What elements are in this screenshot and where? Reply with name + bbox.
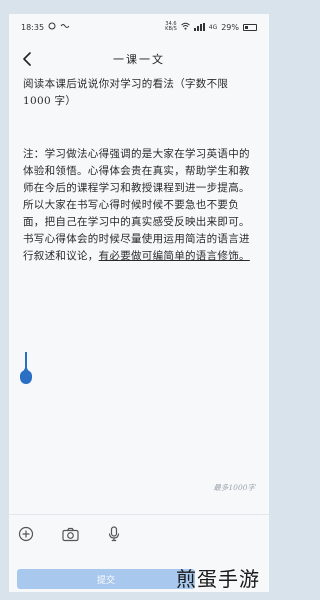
network-type: 4G bbox=[208, 23, 218, 31]
app-icon bbox=[60, 22, 70, 32]
back-button[interactable] bbox=[19, 50, 35, 68]
status-right: 34.6 KB/S 4G 29% bbox=[165, 22, 257, 32]
status-bar: 18:35 34.6 KB/S 4G 29% bbox=[9, 14, 269, 40]
battery-icon bbox=[243, 23, 257, 31]
chevron-left-icon bbox=[23, 52, 31, 66]
editor-toolbar bbox=[9, 522, 269, 546]
note-text[interactable]: 注：学习做法心得强调的是大家在学习英语中的体验和领悟。心得体会贵在真实，帮助学生… bbox=[23, 146, 257, 265]
submit-button[interactable]: 提交 bbox=[17, 569, 195, 589]
cursor-handle[interactable] bbox=[20, 366, 32, 384]
wifi-icon bbox=[180, 22, 190, 32]
question-prompt: 阅读本课后说说你对学习的看法（字数不限 1000 字） bbox=[23, 78, 229, 107]
nav-bar: 一课一文 bbox=[9, 44, 269, 74]
camera-button[interactable] bbox=[61, 525, 79, 543]
battery-percent: 29% bbox=[221, 22, 239, 32]
notification-icon bbox=[48, 22, 56, 32]
note-underlined: 有必要做可编简单的语言修饰。 bbox=[98, 250, 250, 262]
screenshot-frame: 18:35 34.6 KB/S 4G 29% 一课一文 阅读本课后说说你对学习的… bbox=[0, 0, 278, 600]
status-left: 18:35 bbox=[21, 22, 70, 32]
signal-icon bbox=[193, 23, 205, 31]
net-speed: 34.6 KB/S bbox=[165, 21, 177, 32]
watermark-text: 煎蛋手游 bbox=[176, 567, 260, 591]
status-time: 18:35 bbox=[21, 22, 45, 32]
divider bbox=[9, 514, 269, 515]
note-main: 注：学习做法心得强调的是大家在学习英语中的体验和领悟。心得体会贵在真实，帮助学生… bbox=[23, 148, 250, 262]
phone-screen: 18:35 34.6 KB/S 4G 29% 一课一文 阅读本课后说说你对学习的… bbox=[9, 14, 269, 592]
text-cursor-handle[interactable] bbox=[19, 352, 33, 392]
voice-button[interactable] bbox=[105, 525, 123, 543]
add-button[interactable] bbox=[17, 525, 35, 543]
microphone-icon bbox=[108, 526, 120, 542]
plus-circle-icon bbox=[18, 526, 34, 542]
word-limit-counter: 最多1000字 bbox=[213, 483, 255, 492]
page-title: 一课一文 bbox=[113, 53, 165, 66]
camera-icon bbox=[61, 527, 79, 541]
